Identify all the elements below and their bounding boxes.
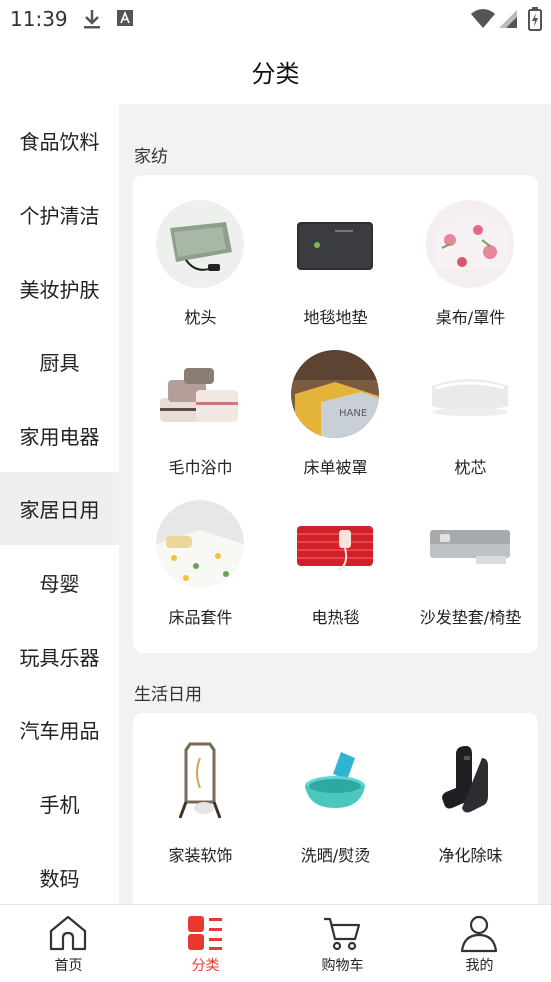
tab-label: 购物车 (321, 958, 364, 974)
bedding-set-image (156, 500, 244, 588)
section-title: 生活日用 (134, 685, 202, 705)
tablecloth-image (426, 200, 514, 288)
category-content: 家纺 枕头 地毯地垫 桌布/罩件 毛巾浴巾 HANE 床单被罩 枕芯 床品套件 … (119, 104, 551, 904)
category-tile[interactable]: 床品套件 (133, 475, 268, 627)
header: 分类 (0, 38, 551, 104)
category-label: 沙发垫套/椅垫 (419, 608, 522, 627)
category-sidebar: 食品饮料 个护清洁 美妆护肤 厨具 家用电器 家居日用 母婴 玩具乐器 汽车用品… (0, 104, 119, 904)
tab-category[interactable]: 分类 (137, 905, 274, 982)
pillow-core-image (426, 350, 514, 438)
rug-image (291, 200, 379, 288)
tab-me[interactable]: 我的 (411, 905, 548, 982)
category-tile[interactable]: 沙发垫套/椅垫 (403, 475, 538, 627)
sidebar-item-digital[interactable]: 数码 (0, 841, 119, 904)
laundry-basin-image (291, 738, 379, 826)
sidebar-item-appliances[interactable]: 家用电器 (0, 399, 119, 472)
next-item-image (156, 888, 244, 904)
category-tile[interactable]: 洗晒/熨烫 (268, 713, 403, 865)
tab-label: 我的 (465, 958, 494, 974)
electric-blanket-image (291, 500, 379, 588)
a-notification-icon (116, 9, 134, 31)
signal-icon (498, 9, 518, 33)
wifi-icon (470, 9, 496, 33)
section-title: 家纺 (134, 147, 168, 167)
sidebar-item-personal-care[interactable]: 个护清洁 (0, 178, 119, 251)
home-decor-image (156, 738, 244, 826)
sidebar-item-phones[interactable]: 手机 (0, 767, 119, 840)
user-icon (459, 913, 499, 953)
tab-home[interactable]: 首页 (0, 905, 137, 982)
sidebar-item-kitchenware[interactable]: 厨具 (0, 325, 119, 398)
category-tile[interactable]: 枕头 (133, 175, 268, 327)
category-label: 洗晒/熨烫 (300, 846, 371, 865)
svg-text:HANE: HANE (339, 408, 367, 419)
category-tile[interactable]: 枕芯 (403, 325, 538, 477)
pillow-image (156, 200, 244, 288)
status-time: 11:39 (10, 7, 68, 31)
tab-label: 分类 (191, 958, 220, 974)
category-tile[interactable] (133, 863, 268, 904)
section-card: 枕头 地毯地垫 桌布/罩件 毛巾浴巾 HANE 床单被罩 枕芯 床品套件 电热毯… (133, 175, 538, 653)
category-icon (185, 913, 225, 953)
tab-cart[interactable]: 购物车 (274, 905, 411, 982)
category-label: 净化除味 (438, 846, 503, 865)
sofa-cover-image (426, 500, 514, 588)
category-tile[interactable]: 家装软饰 (133, 713, 268, 865)
cart-icon (322, 913, 362, 953)
tab-label: 首页 (54, 958, 83, 974)
category-tile[interactable]: 电热毯 (268, 475, 403, 627)
page-title: 分类 (251, 60, 300, 88)
category-tile[interactable]: 毛巾浴巾 (133, 325, 268, 477)
sidebar-item-home-daily[interactable]: 家居日用 (0, 472, 119, 545)
bottom-tab-bar: 首页 分类 购物车 我的 (0, 904, 551, 982)
sidebar-item-food[interactable]: 食品饮料 (0, 104, 119, 177)
download-icon (82, 8, 102, 34)
bedsheet-image: HANE (291, 350, 379, 438)
home-icon (48, 913, 88, 953)
towel-image (156, 350, 244, 438)
sidebar-item-baby[interactable]: 母婴 (0, 546, 119, 619)
category-tile[interactable]: HANE 床单被罩 (268, 325, 403, 477)
section-card: 家装软饰 洗晒/熨烫 净化除味 (133, 713, 538, 904)
battery-charging-icon (528, 7, 542, 35)
status-bar: 11:39 (0, 0, 551, 38)
category-label: 电热毯 (311, 608, 360, 627)
category-tile[interactable]: 地毯地垫 (268, 175, 403, 327)
category-tile[interactable]: 桌布/罩件 (403, 175, 538, 327)
category-tile[interactable]: 净化除味 (403, 713, 538, 865)
deodorizer-image (426, 738, 514, 826)
sidebar-item-auto[interactable]: 汽车用品 (0, 693, 119, 766)
sidebar-item-toys[interactable]: 玩具乐器 (0, 620, 119, 693)
sidebar-item-beauty[interactable]: 美妆护肤 (0, 252, 119, 325)
category-label: 床品套件 (168, 608, 233, 627)
